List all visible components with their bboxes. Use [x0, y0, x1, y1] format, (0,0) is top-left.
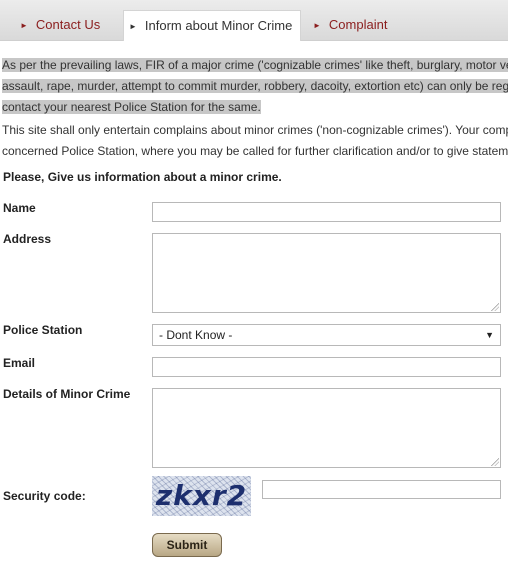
details-label: Details of Minor Crime [3, 387, 131, 401]
tab-bar: ► Contact Us ► Inform about Minor Crime ► C… [0, 0, 508, 41]
police-station-select[interactable]: - Dont Know - ▼ [152, 324, 501, 346]
submit-button[interactable]: Submit [152, 533, 222, 557]
name-input[interactable] [152, 202, 501, 222]
chevron-right-icon: ► [129, 22, 137, 31]
tab-label: Complaint [328, 17, 388, 32]
notice-line: This site shall only entertain complains… [2, 123, 508, 137]
police-station-label: Police Station [3, 323, 83, 337]
notice-line: concerned Police Station, where you may … [2, 144, 508, 158]
address-label: Address [3, 232, 52, 246]
tab-label: Inform about Minor Crime [144, 18, 293, 33]
security-code-input[interactable] [262, 480, 501, 499]
tab-inform-minor-crime[interactable]: ► Inform about Minor Crime [123, 10, 301, 41]
tab-label: Contact Us [35, 17, 101, 32]
resize-handle-icon[interactable] [491, 303, 499, 311]
email-input[interactable] [152, 357, 501, 377]
notice-line: contact your nearest Police Station for … [2, 100, 261, 114]
details-textarea[interactable] [152, 388, 501, 468]
captcha-image: zkxr2 [152, 476, 251, 516]
name-label: Name [3, 201, 36, 215]
dropdown-arrow-icon: ▼ [485, 330, 494, 340]
address-textarea[interactable] [152, 233, 501, 313]
email-label: Email [3, 356, 36, 370]
resize-handle-icon[interactable] [491, 458, 499, 466]
tab-complaint[interactable]: ► Complaint [313, 10, 387, 40]
tab-contact-us[interactable]: ► Contact Us [20, 10, 100, 40]
chevron-right-icon: ► [20, 21, 28, 30]
form-heading: Please, Give us information about a mino… [3, 170, 282, 184]
notice-line: As per the prevailing laws, FIR of a maj… [2, 58, 508, 72]
minor-crime-notice: This site shall only entertain complains… [2, 120, 508, 162]
chevron-right-icon: ► [313, 21, 321, 30]
police-station-selected: - Dont Know - [159, 328, 233, 342]
security-code-label: Security code: [3, 489, 86, 503]
major-crime-notice: As per the prevailing laws, FIR of a maj… [2, 55, 508, 118]
notice-line: assault, rape, murder, attempt to commit… [2, 79, 508, 93]
